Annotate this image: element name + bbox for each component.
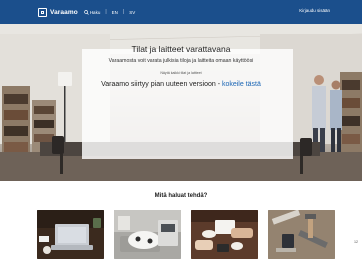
- language-sv-link[interactable]: SV: [129, 10, 135, 15]
- try-new-version-link[interactable]: kokeile tästä: [222, 81, 261, 88]
- hero-subtitle: Varaamosta voit varata julkisia tiloja j…: [108, 58, 254, 64]
- logo[interactable]: Varaamo: [38, 0, 78, 24]
- search-label: Haku: [89, 9, 101, 15]
- page-number: 12: [354, 240, 358, 244]
- login-link[interactable]: Kirjaudu sisään: [299, 8, 330, 13]
- new-version-notice: Varaamo siirtyy pian uuteen versioon - k…: [0, 81, 362, 88]
- card-meeting[interactable]: [191, 210, 258, 259]
- search-icon: [83, 9, 89, 15]
- top-navigation-bar: Varaamo Haku | EN | SV Kirjaudu sisään: [0, 0, 362, 24]
- card-laptop[interactable]: [37, 210, 104, 259]
- nav-divider: |: [105, 9, 107, 15]
- hero-text-panel: [82, 49, 293, 159]
- varaamo-logo-icon: [38, 7, 47, 17]
- section-heading: Mitä haluat tehdä?: [154, 193, 208, 199]
- nav-divider: |: [122, 9, 125, 15]
- card-game-controller[interactable]: [114, 210, 181, 259]
- laptop-image: [37, 210, 104, 259]
- meeting-image: [191, 210, 258, 259]
- language-en-link[interactable]: EN: [112, 10, 118, 15]
- show-all-link[interactable]: Näytä kaikki tilat ja laitteet: [0, 71, 362, 75]
- search-link[interactable]: Haku: [83, 9, 101, 15]
- tools-image: [268, 210, 335, 259]
- nav-menu: Haku | EN | SV: [83, 9, 135, 15]
- game-controller-image: [114, 210, 181, 259]
- card-tools[interactable]: [268, 210, 335, 259]
- hero-title: Tilat ja laitteet varattavana: [131, 44, 231, 54]
- logo-label: Varaamo: [50, 8, 78, 16]
- new-version-text: Varaamo siirtyy pian uuteen versioon -: [101, 81, 222, 88]
